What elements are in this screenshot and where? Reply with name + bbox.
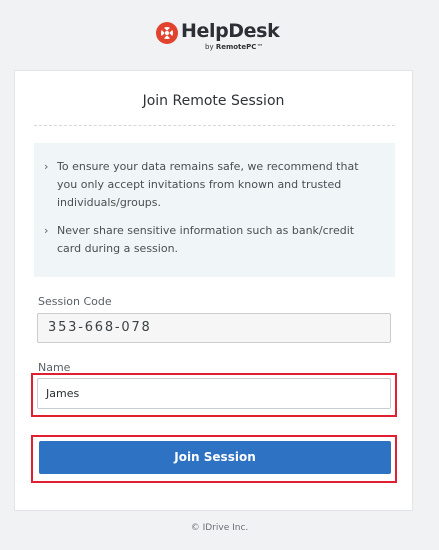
join-session-button[interactable]: Join Session [39, 441, 391, 474]
brand-by-name: RemotePC [215, 43, 257, 51]
notice-text: To ensure your data remains safe, we rec… [57, 160, 359, 209]
helpdesk-logo-icon [156, 22, 178, 44]
notice-item: › To ensure your data remains safe, we r… [44, 158, 379, 212]
helpdesk-logo: HelpDesk by RemotePC™ [156, 20, 280, 52]
session-code-field: 353-668-078 [37, 313, 391, 343]
brand-name: HelpDesk [181, 20, 280, 42]
brand-trademark: ™ [256, 43, 264, 51]
security-notice: › To ensure your data remains safe, we r… [34, 143, 395, 277]
session-code-label: Session Code [38, 295, 112, 308]
chevron-right-icon: › [44, 224, 49, 237]
join-session-card: Join Remote Session › To ensure your dat… [14, 70, 413, 511]
card-title: Join Remote Session [142, 93, 285, 109]
card-divider [34, 125, 395, 126]
chevron-right-icon: › [44, 160, 49, 173]
notice-item: › Never share sensitive information such… [44, 222, 379, 258]
brand-by-prefix: by [205, 43, 216, 51]
name-input[interactable]: James [37, 378, 391, 409]
footer-copyright: © IDrive Inc. [190, 523, 249, 533]
notice-text: Never share sensitive information such a… [57, 224, 355, 255]
brand-byline: by RemotePC™ [205, 42, 279, 52]
